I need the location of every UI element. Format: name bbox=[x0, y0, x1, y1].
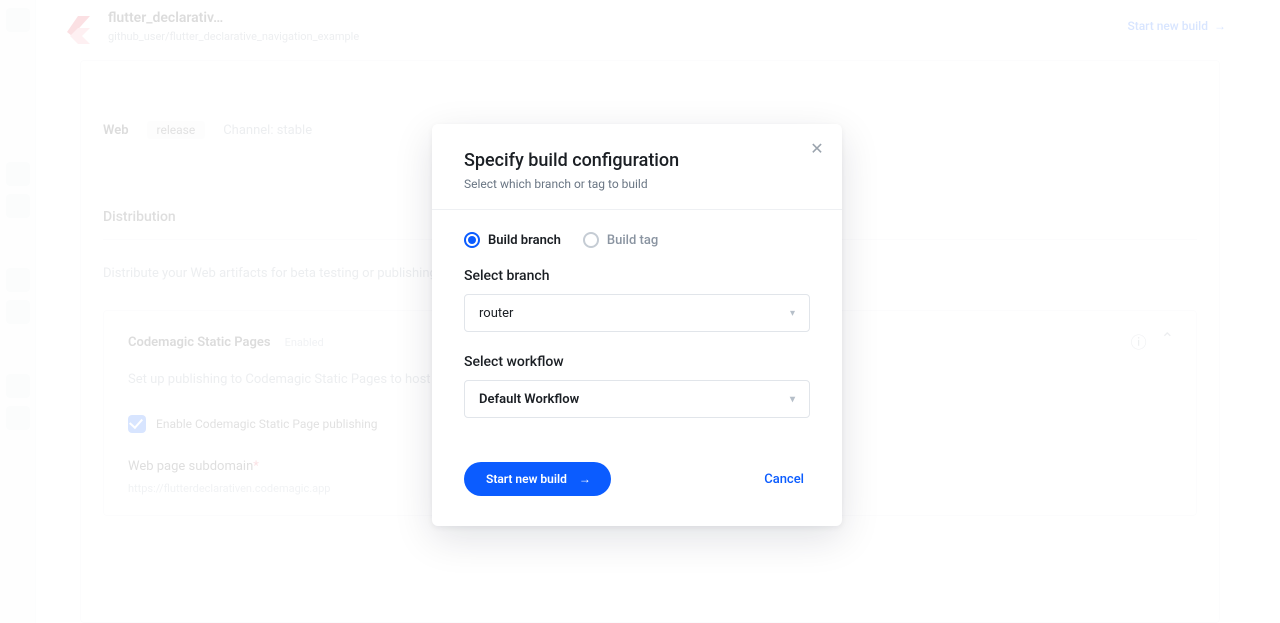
branch-select-value: router bbox=[479, 306, 513, 321]
start-build-label: Start new build bbox=[486, 472, 567, 486]
modal-footer: Start new build → Cancel bbox=[432, 450, 842, 526]
radio-build-branch-label: Build branch bbox=[488, 233, 561, 248]
modal-title: Specify build configuration bbox=[464, 150, 810, 171]
cancel-button[interactable]: Cancel bbox=[758, 471, 810, 488]
build-config-modal: ✕ Specify build configuration Select whi… bbox=[432, 124, 842, 526]
branch-select[interactable]: router ▾ bbox=[464, 294, 810, 332]
workflow-select[interactable]: Default Workflow ▾ bbox=[464, 380, 810, 418]
build-type-radios: Build branch Build tag bbox=[464, 232, 810, 248]
chevron-down-icon: ▾ bbox=[790, 394, 795, 405]
radio-build-branch[interactable]: Build branch bbox=[464, 232, 561, 248]
radio-build-tag-label: Build tag bbox=[607, 233, 658, 248]
close-icon: ✕ bbox=[810, 141, 823, 157]
select-workflow-label: Select workflow bbox=[464, 354, 810, 370]
modal-body: Build branch Build tag Select branch rou… bbox=[432, 210, 842, 450]
modal-header: ✕ Specify build configuration Select whi… bbox=[432, 124, 842, 209]
modal-subtitle: Select which branch or tag to build bbox=[464, 177, 810, 191]
start-build-button[interactable]: Start new build → bbox=[464, 462, 611, 496]
workflow-select-value: Default Workflow bbox=[479, 392, 579, 407]
chevron-down-icon: ▾ bbox=[790, 308, 795, 319]
arrow-right-icon: → bbox=[579, 473, 591, 485]
select-branch-label: Select branch bbox=[464, 268, 810, 284]
radio-build-tag[interactable]: Build tag bbox=[583, 232, 658, 248]
close-button[interactable]: ✕ bbox=[806, 138, 828, 160]
